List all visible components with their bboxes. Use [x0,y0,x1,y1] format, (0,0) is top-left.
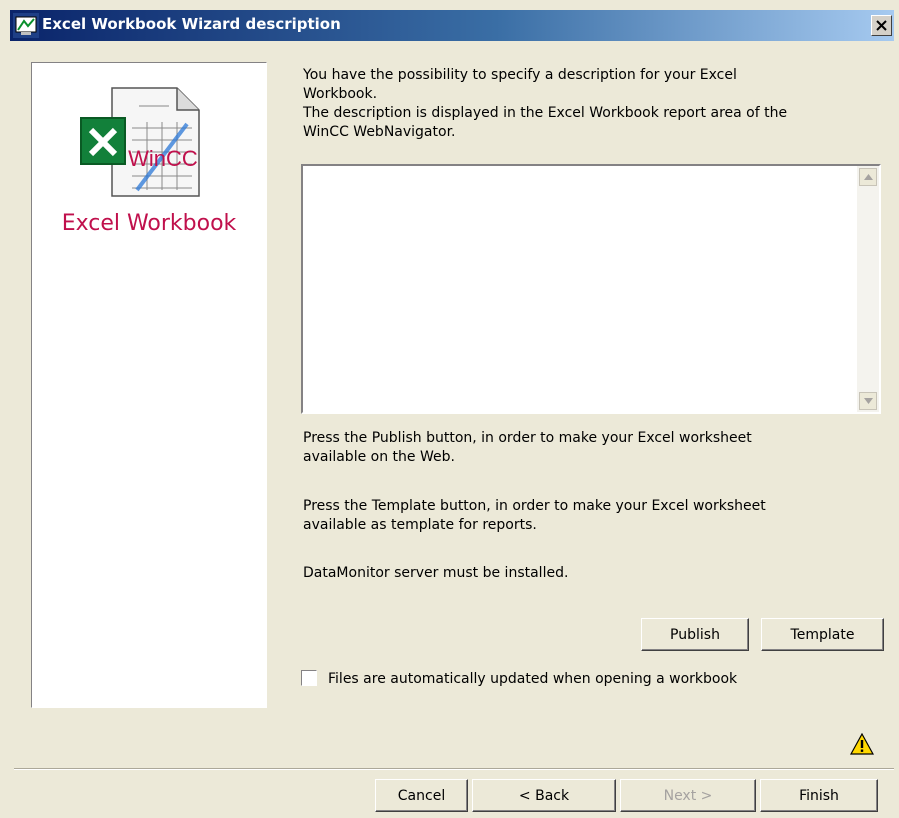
cancel-button[interactable]: Cancel [375,779,468,812]
description-scrollbar[interactable] [857,166,879,412]
close-button[interactable] [871,15,892,36]
publish-info-line: available on the Web. [303,449,455,465]
wizard-sidebar: WinCC Excel Workbook [31,62,267,708]
auto-update-label[interactable]: Files are automatically updated when ope… [328,671,737,687]
description-textarea[interactable] [301,164,881,414]
next-button[interactable]: Next > [620,779,756,812]
finish-button[interactable]: Finish [760,779,878,812]
scroll-down-icon [863,398,873,404]
intro-line: The description is displayed in the Exce… [303,105,788,121]
excel-workbook-icon: WinCC [80,87,200,197]
warning-icon [850,733,874,755]
panel-title: Excel Workbook [61,211,237,236]
auto-update-checkbox[interactable] [301,670,317,686]
app-icon [13,13,39,38]
close-icon [876,20,887,31]
template-info: Press the Template button, in order to m… [303,497,766,535]
wizard-window: Excel Workbook Wizard description WinCC [0,0,899,818]
server-note: DataMonitor server must be installed. [303,565,569,581]
template-button[interactable]: Template [761,618,884,651]
description-value[interactable] [303,166,879,174]
title-bar[interactable]: Excel Workbook Wizard description [10,10,894,41]
intro-line: WinCC WebNavigator. [303,124,456,140]
template-info-line: Press the Template button, in order to m… [303,498,766,514]
publish-info: Press the Publish button, in order to ma… [303,429,752,467]
publish-button[interactable]: Publish [641,618,749,651]
scroll-up-icon [863,174,873,180]
intro-text: You have the possibility to specify a de… [303,66,863,142]
template-info-line: available as template for reports. [303,517,537,533]
intro-line: You have the possibility to specify a de… [303,67,737,83]
intro-line: Workbook. [303,86,378,102]
publish-info-line: Press the Publish button, in order to ma… [303,430,752,446]
scroll-down-button[interactable] [859,392,877,410]
window-title: Excel Workbook Wizard description [42,15,341,33]
footer-separator [14,768,894,770]
back-button[interactable]: < Back [472,779,616,812]
scroll-up-button[interactable] [859,168,877,186]
winCC-logo-text: WinCC [128,146,198,171]
